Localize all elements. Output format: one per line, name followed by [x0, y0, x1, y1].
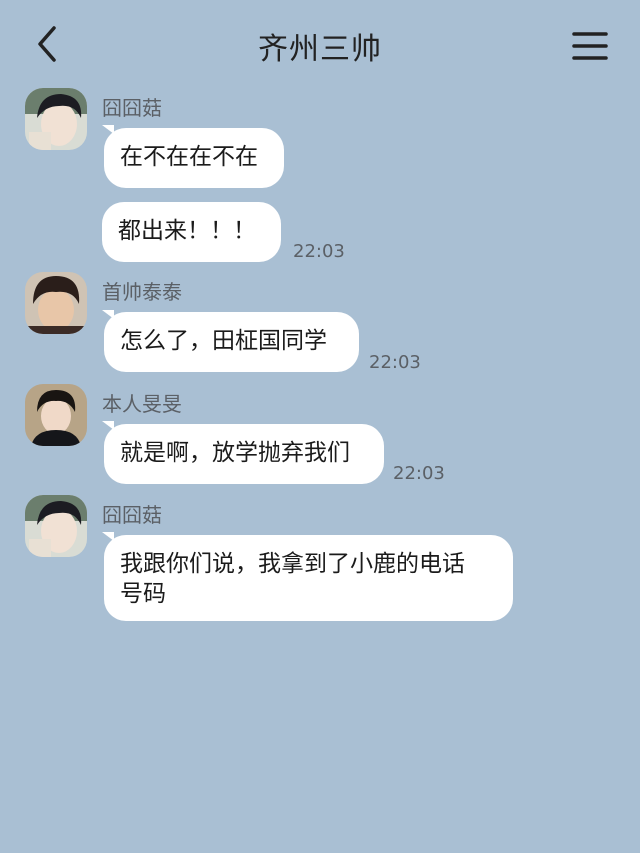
message-time: 22:03: [369, 352, 421, 373]
message-bubble[interactable]: 就是啊，放学抛弃我们: [104, 424, 384, 484]
sender-name: 囧囧菇: [102, 503, 162, 527]
chat-header: 齐州三帅: [0, 0, 640, 90]
hamburger-menu-icon: [572, 32, 608, 60]
avatar-shoushuaitaitai[interactable]: [25, 272, 87, 334]
message-bubble[interactable]: 我跟你们说，我拿到了小鹿的电话 号码: [104, 535, 513, 621]
message-time: 22:03: [293, 241, 345, 262]
message-bubble[interactable]: 都出来！！！: [102, 202, 281, 262]
avatar-benrenminmin[interactable]: [25, 384, 87, 446]
avatar-jiongjionggu[interactable]: [25, 495, 87, 557]
message-bubble[interactable]: 怎么了，田柾国同学: [104, 312, 359, 372]
chat-title: 齐州三帅: [258, 32, 382, 67]
menu-button[interactable]: [570, 26, 610, 66]
sender-name: 本人旻旻: [102, 392, 182, 416]
message-time: 22:03: [393, 463, 445, 484]
sender-name: 囧囧菇: [102, 96, 162, 120]
sender-name: 首帅泰泰: [102, 280, 182, 304]
message-bubble[interactable]: 在不在在不在: [104, 128, 284, 188]
avatar-jiongjionggu[interactable]: [25, 88, 87, 150]
